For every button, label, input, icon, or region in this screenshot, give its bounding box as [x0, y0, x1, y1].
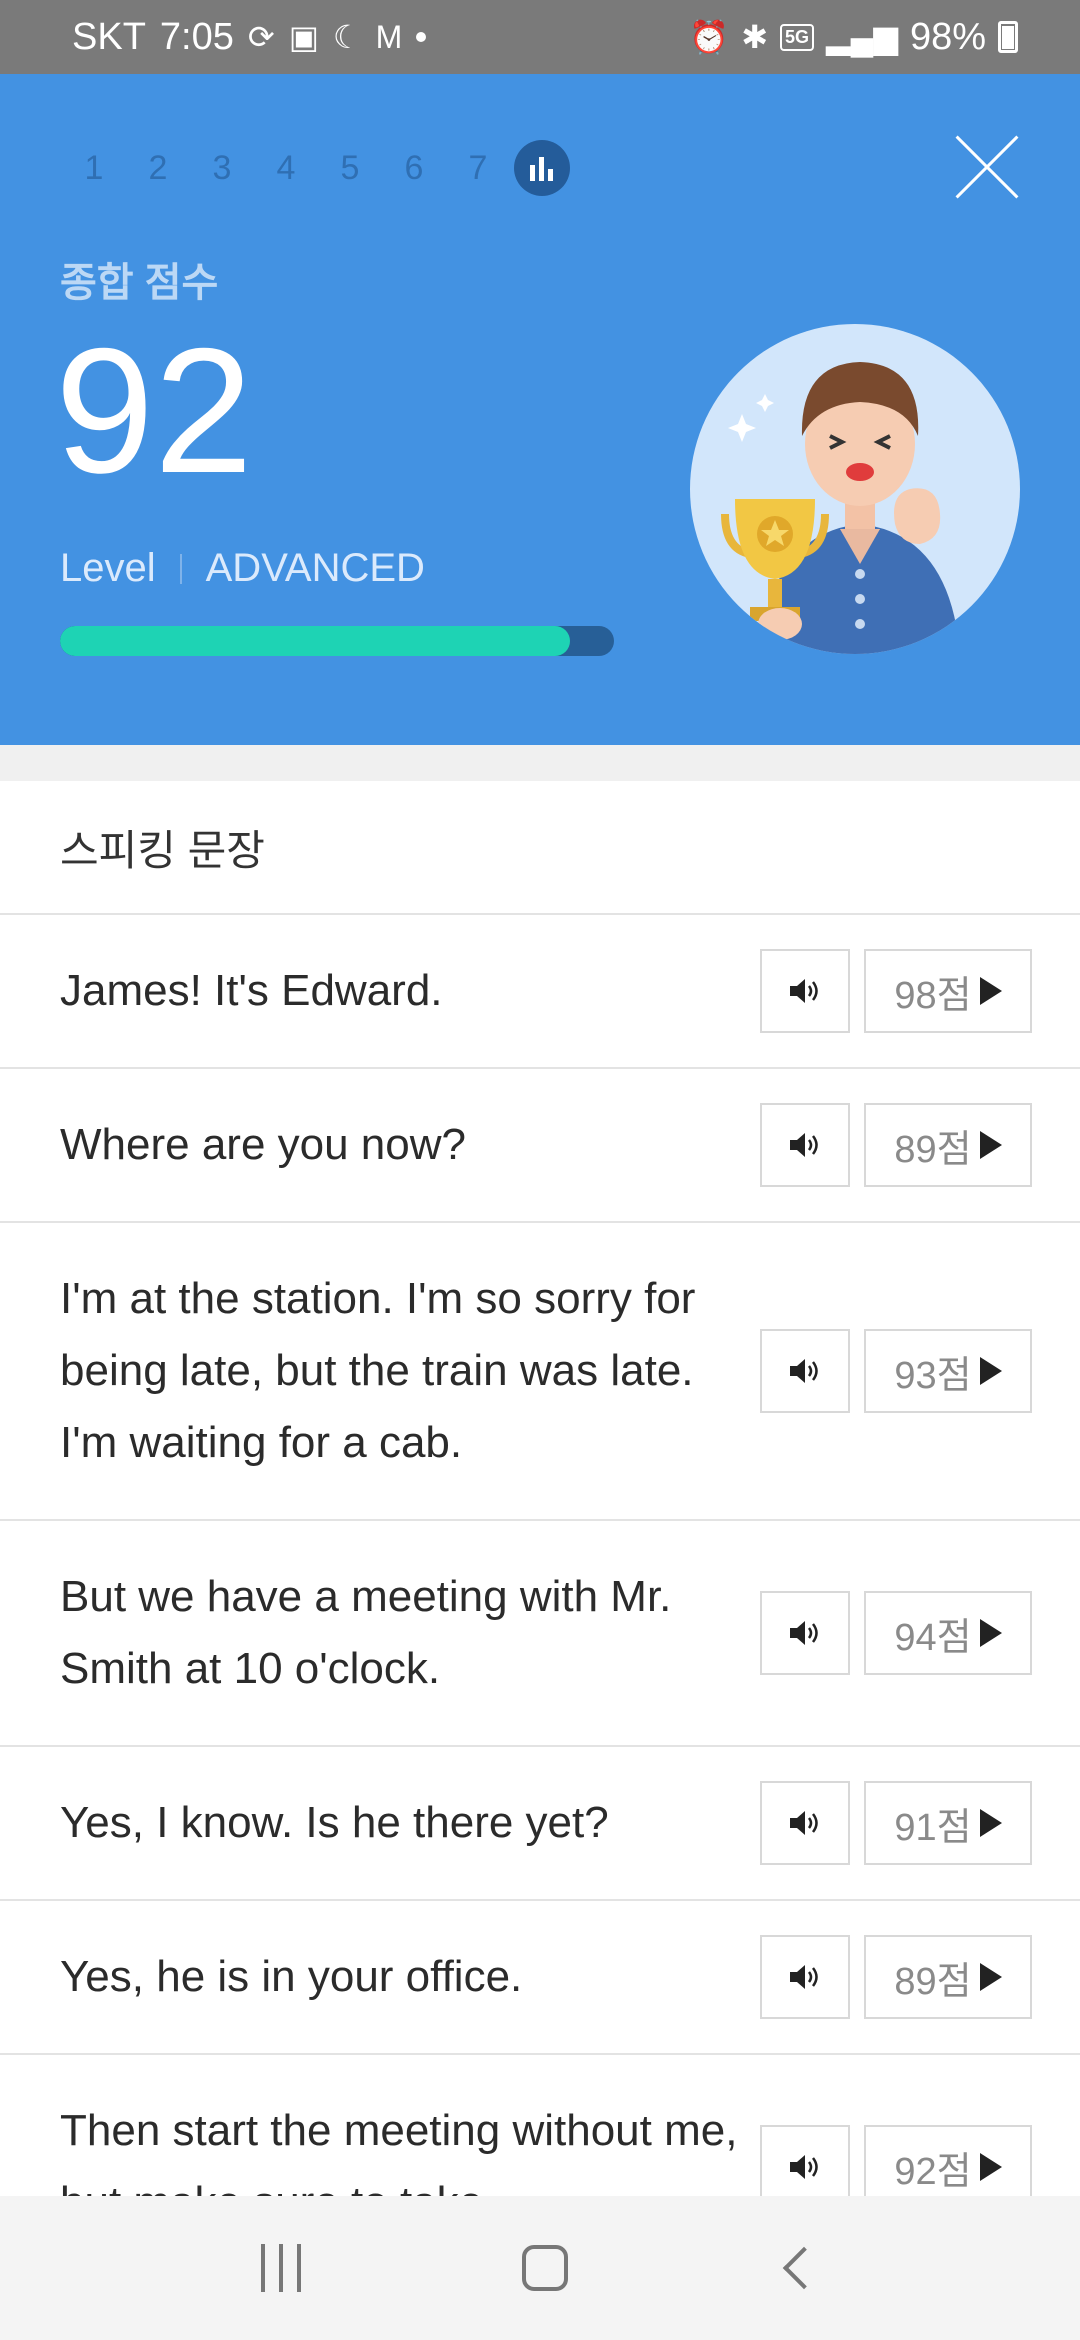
sentence-score: 92점	[894, 2150, 972, 2193]
play-icon	[979, 2153, 1002, 2181]
close-icon[interactable]	[954, 134, 1020, 200]
step-4[interactable]: 4	[254, 149, 318, 188]
play-icon	[979, 1619, 1002, 1647]
sentence-text: I'm at the station. I'm so sorry for bei…	[60, 1274, 696, 1467]
time-label: 7:05	[159, 15, 234, 58]
sentence-text: Where are you now?	[60, 1120, 466, 1169]
sentence-actions: 94점	[760, 1591, 1032, 1675]
level-progress-bar	[60, 626, 614, 656]
score-label: 종합 점수	[60, 261, 219, 305]
back-button[interactable]	[783, 2246, 826, 2290]
sentence-score: 91점	[894, 1806, 972, 1849]
speaker-icon	[790, 1621, 818, 1645]
score-play-button[interactable]: 94점	[864, 1591, 1032, 1675]
signal-icon: ▂▄▆	[826, 19, 898, 55]
sentence-actions: 89점	[760, 1935, 1032, 2019]
speaker-button[interactable]	[760, 1935, 850, 2019]
sentence-text: Yes, I know. Is he there yet?	[60, 1798, 609, 1847]
sentence-actions: 91점	[760, 1781, 1032, 1865]
play-icon	[979, 1809, 1002, 1837]
step-3[interactable]: 3	[190, 149, 254, 188]
play-icon	[979, 977, 1002, 1005]
sentence-actions: 93점	[760, 1329, 1032, 1413]
s-app-icon: ▣	[288, 19, 319, 55]
level-row: Level ADVANCED	[60, 546, 425, 591]
step-2[interactable]: 2	[126, 149, 190, 188]
sentence-row: Where are you now? 89점	[0, 1069, 1080, 1223]
sentence-actions: 89점	[760, 1103, 1032, 1187]
step-indicator: 1 2 3 4 5 6 7	[62, 140, 570, 196]
mail-icon: M	[375, 19, 403, 55]
bar-chart-icon[interactable]	[514, 140, 570, 196]
speaker-icon	[790, 1359, 818, 1383]
status-bar: SKT 7:05 ⟳ ▣ ☾ M ⏰ ✱ 5G ▂▄▆ 98%	[0, 0, 1080, 74]
level-value: ADVANCED	[205, 546, 425, 590]
step-7[interactable]: 7	[446, 149, 510, 188]
network-5g-icon: 5G	[780, 23, 815, 51]
home-button[interactable]	[521, 2245, 568, 2291]
sentence-actions: 98점	[760, 949, 1032, 1033]
battery-percent: 98%	[909, 15, 986, 58]
sentence-score: 94점	[894, 1616, 972, 1659]
speaker-button[interactable]	[760, 949, 850, 1033]
speaker-icon	[790, 2155, 818, 2179]
speaker-icon	[790, 1133, 818, 1157]
sentence-row: I'm at the station. I'm so sorry for bei…	[0, 1223, 1080, 1521]
sentence-row: Yes, I know. Is he there yet? 91점	[0, 1747, 1080, 1901]
sentence-score: 98점	[894, 974, 972, 1017]
score-play-button[interactable]: 89점	[864, 1103, 1032, 1187]
play-icon	[979, 1131, 1002, 1159]
level-divider	[179, 553, 182, 584]
recents-button[interactable]	[260, 2244, 301, 2292]
sentence-row: Yes, he is in your office. 89점	[0, 1901, 1080, 2055]
total-score: 92	[55, 311, 253, 510]
sentence-text: But we have a meeting with Mr. Smith at …	[60, 1572, 672, 1693]
step-5[interactable]: 5	[318, 149, 382, 188]
sentence-text: James! It's Edward.	[60, 966, 443, 1015]
speaker-icon	[790, 1965, 818, 1989]
sentence-row: James! It's Edward. 98점	[0, 915, 1080, 1069]
speaker-button[interactable]	[760, 1329, 850, 1413]
sentence-row: But we have a meeting with Mr. Smith at …	[0, 1521, 1080, 1747]
speaker-icon	[790, 1811, 818, 1835]
battery-icon	[998, 21, 1018, 53]
score-play-button[interactable]: 93점	[864, 1329, 1032, 1413]
sentence-score: 89점	[894, 1128, 972, 1171]
trophy-avatar-illustration	[690, 324, 1020, 654]
sentence-score: 93점	[894, 1354, 972, 1397]
notification-dot	[416, 32, 427, 42]
section-title: 스피킹 문장	[0, 781, 1080, 915]
speaker-button[interactable]	[760, 1781, 850, 1865]
alarm-icon: ⏰	[689, 19, 730, 55]
step-1[interactable]: 1	[62, 149, 126, 188]
bluetooth-icon: ✱	[741, 19, 769, 55]
carrier-label: SKT	[72, 15, 146, 58]
speaker-button[interactable]	[760, 1591, 850, 1675]
step-6[interactable]: 6	[382, 149, 446, 188]
level-label: Level	[60, 546, 156, 590]
section-gap	[0, 745, 1080, 781]
speaker-button[interactable]	[760, 1103, 850, 1187]
sentence-text: Yes, he is in your office.	[60, 1952, 523, 2001]
sentence-score: 89점	[894, 1960, 972, 2003]
score-play-button[interactable]: 91점	[864, 1781, 1032, 1865]
score-play-button[interactable]: 89점	[864, 1935, 1032, 2019]
play-icon	[979, 1963, 1002, 1991]
moon-icon: ☾	[332, 19, 362, 55]
score-play-button[interactable]: 98점	[864, 949, 1032, 1033]
system-nav-bar	[0, 2196, 1080, 2340]
speaker-icon	[790, 979, 818, 1003]
sentence-list: 스피킹 문장 James! It's Edward. 98점 Where are…	[0, 781, 1080, 2281]
play-icon	[979, 1357, 1002, 1385]
level-progress-fill	[60, 626, 570, 656]
result-header: 1 2 3 4 5 6 7 종합 점수 92 Level ADVANCED	[0, 74, 1080, 745]
sync-icon: ⟳	[247, 19, 275, 55]
